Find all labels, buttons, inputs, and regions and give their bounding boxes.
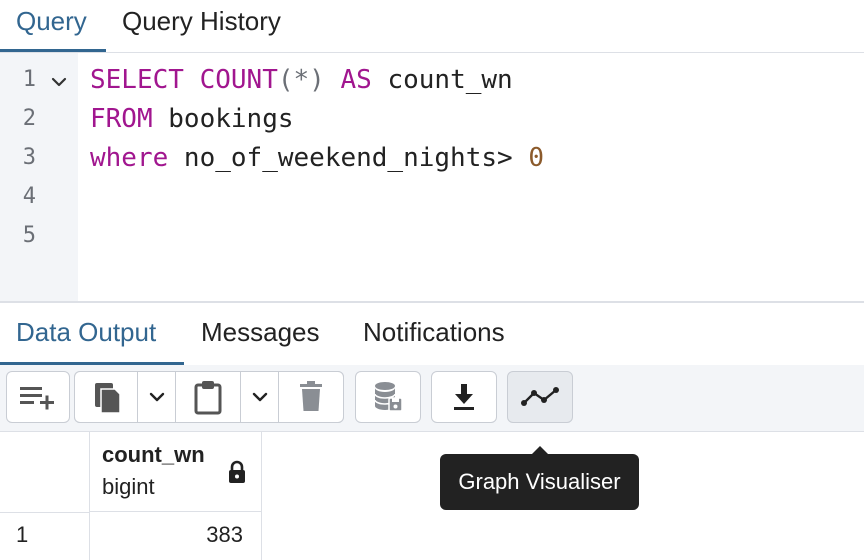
tab-messages-label: Messages bbox=[201, 317, 320, 347]
paste-button[interactable] bbox=[176, 371, 240, 423]
lock-icon bbox=[229, 460, 245, 483]
tab-query-history[interactable]: Query History bbox=[122, 0, 281, 52]
column-header-count-wn[interactable]: count_wn bigint bbox=[90, 432, 262, 512]
sql-keyword: SELECT bbox=[90, 65, 184, 95]
download-button[interactable] bbox=[431, 371, 497, 423]
column-type: bigint bbox=[102, 474, 155, 499]
delete-icon bbox=[300, 381, 322, 411]
copy-button[interactable] bbox=[74, 371, 138, 423]
column-name: count_wn bbox=[102, 442, 205, 467]
sql-keyword: COUNT bbox=[199, 65, 278, 95]
tab-data-output-label: Data Output bbox=[16, 317, 157, 347]
sql-keyword: where bbox=[90, 143, 169, 173]
fold-chevron-icon[interactable] bbox=[50, 73, 68, 91]
paste-options-button[interactable] bbox=[241, 371, 278, 423]
paste-icon bbox=[194, 381, 222, 415]
tab-notifications-label: Notifications bbox=[363, 317, 505, 347]
line-number: 5 bbox=[22, 223, 36, 248]
line-gutter: 1 2 3 4 5 bbox=[0, 53, 78, 301]
chevron-down-icon bbox=[149, 392, 164, 402]
copy-icon bbox=[94, 383, 121, 414]
line-number: 3 bbox=[22, 145, 36, 170]
sql-keyword: FROM bbox=[90, 104, 153, 134]
grid-corner-cell[interactable] bbox=[0, 432, 90, 513]
add-row-icon bbox=[20, 387, 54, 410]
table-cell[interactable]: 383 bbox=[90, 512, 262, 560]
code-line: where no_of_weekend_nights> 0 bbox=[90, 143, 544, 173]
output-tab-bar: Data Output Messages Notifications bbox=[0, 303, 864, 366]
line-number: 2 bbox=[22, 106, 36, 131]
tooltip-text: Graph Visualiser bbox=[458, 469, 621, 494]
tab-query[interactable]: Query bbox=[0, 0, 106, 52]
data-toolbar bbox=[0, 365, 864, 432]
save-data-button[interactable] bbox=[355, 371, 421, 423]
row-number: 1 bbox=[16, 522, 29, 547]
tab-query-label: Query bbox=[16, 6, 87, 36]
sql-keyword: AS bbox=[340, 65, 372, 95]
line-number: 4 bbox=[22, 184, 36, 209]
tooltip-arrow bbox=[532, 446, 548, 454]
tab-messages[interactable]: Messages bbox=[201, 303, 320, 365]
editor-tab-bar: Query Query History bbox=[0, 0, 864, 53]
tab-data-output[interactable]: Data Output bbox=[0, 303, 184, 365]
graph-icon bbox=[521, 387, 559, 406]
tab-query-history-label: Query History bbox=[122, 6, 281, 36]
graph-visualiser-button[interactable] bbox=[507, 371, 573, 423]
code-line: FROM bookings bbox=[90, 104, 294, 134]
sql-number: 0 bbox=[528, 143, 544, 173]
results-grid: count_wn bigint 1 383 bbox=[0, 432, 864, 560]
download-icon bbox=[454, 384, 474, 410]
sql-text: no_of_weekend_nights> bbox=[168, 143, 529, 173]
sql-text: count_wn bbox=[371, 65, 513, 95]
delete-button[interactable] bbox=[279, 371, 344, 423]
sql-editor[interactable]: 1 2 3 4 5 SELECT COUNT(*) AS count_wn FR… bbox=[0, 53, 864, 301]
graph-visualiser-tooltip: Graph Visualiser bbox=[440, 454, 639, 510]
tab-notifications[interactable]: Notifications bbox=[363, 303, 505, 365]
save-data-icon bbox=[374, 382, 403, 412]
cell-value: 383 bbox=[206, 522, 243, 547]
sql-text: bookings bbox=[152, 104, 294, 134]
chevron-down-icon bbox=[252, 392, 267, 402]
line-number: 1 bbox=[22, 67, 36, 92]
row-header[interactable]: 1 bbox=[0, 512, 90, 560]
code-line: SELECT COUNT(*) AS count_wn bbox=[90, 65, 513, 95]
sql-text: (*) bbox=[277, 65, 325, 95]
copy-options-button[interactable] bbox=[138, 371, 175, 423]
add-row-button[interactable] bbox=[6, 371, 70, 423]
